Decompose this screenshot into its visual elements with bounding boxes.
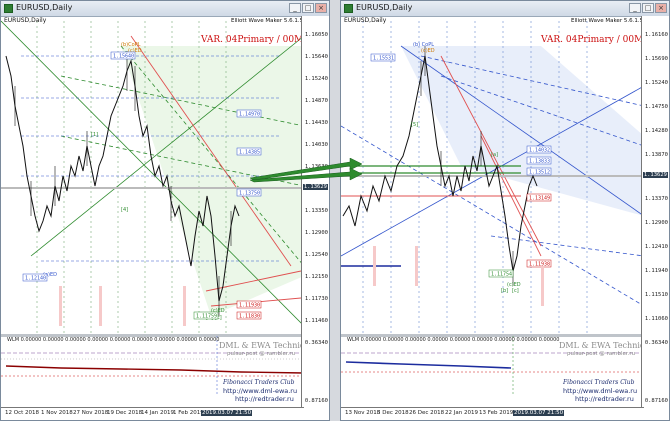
wave-label: [1]	[91, 132, 98, 138]
right-titlebar[interactable]: EURUSD,Daily _ □ ×	[341, 1, 669, 17]
price-tick: 1.14030	[304, 142, 328, 148]
price-box: 1.14970	[239, 112, 260, 118]
price-tick: 1.13370	[644, 196, 668, 202]
price-tick: 1.13350	[304, 208, 328, 214]
right-window-title: EURUSD,Daily	[356, 3, 413, 12]
wave-label: [4]	[121, 207, 128, 213]
date-tick: 12 Oct 2018	[5, 410, 40, 416]
price-tick: 1.11460	[304, 318, 328, 324]
left-chart-label: EURUSD,Daily	[4, 17, 47, 24]
price-tick: 1.14750	[644, 104, 668, 110]
price-box: 1.11938	[529, 262, 550, 268]
indicator-tick: 0.36340	[304, 340, 328, 346]
left-titlebar[interactable]: EURUSD,Daily _ □ ×	[1, 1, 329, 17]
price-tick: 1.12150	[304, 274, 328, 280]
chart-icon	[344, 4, 353, 13]
wave-label: (c)ED	[421, 48, 435, 54]
left-url-2[interactable]: http://redtrader.ru	[235, 395, 294, 403]
right-price-axis[interactable]: 1.16160 1.15690 1.15240 1.14750 1.14280 …	[641, 16, 669, 408]
price-tick: 1.12900	[304, 230, 328, 236]
price-box: 1.15640	[113, 54, 134, 60]
right-brand-sub: pulsar-post @ rambler.ru	[567, 351, 636, 357]
price-box: 1.14385	[239, 150, 260, 156]
minimize-button[interactable]: _	[289, 3, 301, 13]
right-url-2[interactable]: http://redtrader.ru	[575, 395, 634, 403]
connecting-arrows	[250, 158, 363, 183]
left-window-title: EURUSD,Daily	[16, 3, 73, 12]
right-url-1[interactable]: http://www.dml-ewa.ru	[563, 387, 637, 395]
date-tick: 19 Dec 2018	[107, 410, 143, 416]
left-indicator-label: WLM 0.00000 0.00000 0.00000 0.00000 0.00…	[7, 337, 220, 343]
price-tick: 1.14430	[304, 120, 328, 126]
window-gap	[330, 0, 340, 421]
left-price-axis[interactable]: 1.16050 1.15640 1.15240 1.14870 1.14430 …	[301, 16, 329, 408]
price-box: 1.13512	[529, 170, 550, 176]
price-tick: 1.12540	[304, 252, 328, 258]
price-box: 1.14032	[529, 148, 550, 154]
wave-label: [b]	[501, 288, 508, 294]
price-tick: 1.14870	[304, 98, 328, 104]
date-tick: 27 Nov 2018	[73, 410, 109, 416]
date-tick: 13 Feb 2019	[479, 410, 514, 416]
price-box: 1.11830	[239, 314, 260, 320]
right-chart-window[interactable]: EURUSD,Daily _ □ × (b) CoPL (c)ED (c)ED …	[340, 0, 670, 421]
price-tick: 1.12410	[644, 244, 668, 250]
right-fib-club: Fibonacci Traders Club	[563, 379, 635, 386]
left-tool-name: Elliott Wave Maker 5.6.1.5	[231, 18, 304, 24]
price-box: 1.12140	[25, 276, 46, 282]
current-price-tag: 1.13629	[642, 172, 668, 178]
price-tick: 1.11060	[644, 316, 668, 322]
price-tick: 1.15690	[644, 56, 668, 62]
price-box: 1.11930	[239, 303, 260, 309]
price-box: 1.15531	[373, 56, 394, 62]
wave-label: [a]	[491, 152, 498, 158]
indicator-tick: 0.87160	[644, 398, 668, 404]
indicator-tick: 0.36340	[644, 340, 668, 346]
right-indicator-label: WLM 0.00000 0.00000 0.00000 0.00000 0.00…	[347, 337, 560, 343]
date-tick: 26 Dec 2018	[409, 410, 445, 416]
price-tick: 1.16050	[304, 32, 328, 38]
price-tick: 1.14280	[644, 128, 668, 134]
date-tick: 14 Jan 2019	[141, 410, 174, 416]
right-date-axis[interactable]: 13 Nov 2018 5 Dec 2018 26 Dec 2018 22 Ja…	[341, 407, 644, 420]
date-tick: 13 Nov 2018	[345, 410, 381, 416]
date-tick: 1 Feb 2019	[173, 410, 204, 416]
price-tick: 1.16160	[644, 32, 668, 38]
right-tool-name: Elliott Wave Maker 5.6.1.5	[571, 18, 644, 24]
current-date-tag: 2019.03.07 21:50	[513, 410, 565, 416]
maximize-button[interactable]: □	[642, 3, 654, 13]
price-tick: 1.11510	[644, 292, 668, 298]
price-tick: 1.11940	[644, 268, 668, 274]
date-tick: 5 Dec 2018	[377, 410, 409, 416]
close-button[interactable]: ×	[655, 3, 667, 13]
wave-label: [5]	[411, 122, 418, 128]
price-tick: 1.12900	[644, 220, 668, 226]
indicator-tick: 0.87160	[304, 398, 328, 404]
date-tick: 1 Nov 2018	[41, 410, 73, 416]
maximize-button[interactable]: □	[302, 3, 314, 13]
price-tick: 1.15240	[644, 80, 668, 86]
price-box: 1.13149	[529, 196, 550, 202]
date-tick: 22 Jan 2019	[445, 410, 478, 416]
right-chart-label: EURUSD,Daily	[344, 17, 387, 24]
close-button[interactable]: ×	[315, 3, 327, 13]
current-date-tag: 2019.03.07 21:50	[201, 410, 253, 416]
left-brand-sub: pulsar-post @ rambler.ru	[227, 351, 296, 357]
price-tick: 1.15640	[304, 54, 328, 60]
price-box: 1.11754	[491, 272, 512, 278]
chart-icon	[4, 4, 13, 13]
price-tick: 1.11730	[304, 296, 328, 302]
left-fib-club: Fibonacci Traders Club	[223, 379, 295, 386]
wave-label: [c]	[512, 288, 519, 294]
left-chart-window[interactable]: EURUSD,Daily _ □ × (b)CoPL (c)ED (a)ED (…	[0, 0, 330, 421]
price-box: 1.11759	[196, 314, 217, 320]
price-box: 1.13833	[529, 159, 550, 165]
price-tick: 1.15240	[304, 76, 328, 82]
price-tick: 1.13870	[644, 152, 668, 158]
left-url-1[interactable]: http://www.dml-ewa.ru	[223, 387, 297, 395]
left-date-axis[interactable]: 12 Oct 2018 1 Nov 2018 27 Nov 2018 19 De…	[1, 407, 304, 420]
minimize-button[interactable]: _	[629, 3, 641, 13]
